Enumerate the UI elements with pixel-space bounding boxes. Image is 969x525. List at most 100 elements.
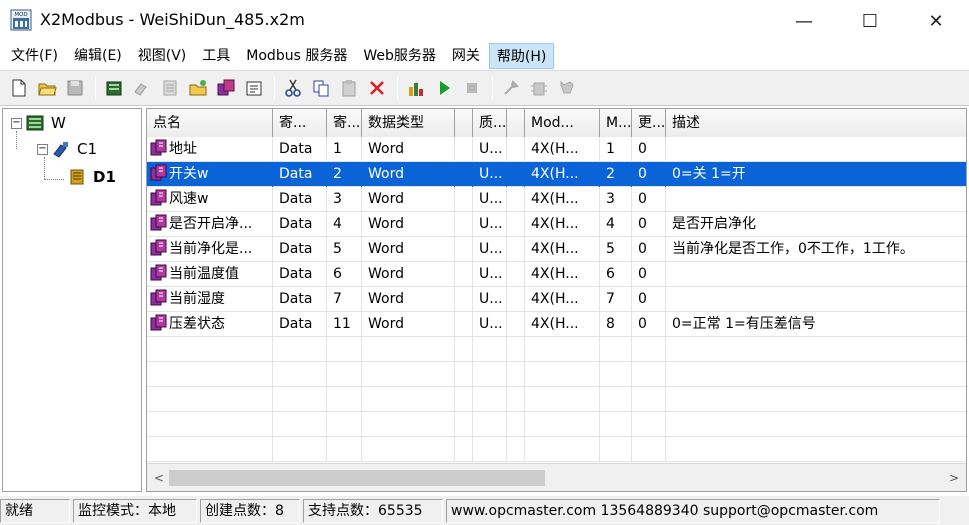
cell-name: 风速w [147,187,273,212]
minimize-button[interactable]: — [774,0,834,42]
scrollbar-thumb[interactable] [169,470,545,486]
scroll-left-arrow[interactable]: < [149,464,169,491]
properties-button[interactable] [241,75,267,101]
table-row[interactable]: 地址 Data 1 Word U... 4X(H... 1 0 [147,137,966,162]
menu-file[interactable]: 文件(F) [4,43,65,69]
cell-quality: U... [473,162,507,187]
column-header-blank[interactable] [455,109,473,137]
add-channel-button[interactable] [101,75,127,101]
add-tags-button[interactable] [213,75,239,101]
empty-cell [327,337,362,362]
table-row[interactable]: 是否开启净... Data 4 Word U... 4X(H... 4 0 是否开启净化 [147,212,966,237]
menu-modbus-server[interactable]: Modbus 服务器 [239,43,354,69]
table-row[interactable]: 风速w Data 3 Word U... 4X(H... 3 0 [147,187,966,212]
save-button[interactable] [62,75,88,101]
wrench-disabled-icon [504,80,519,95]
open-file-button[interactable] [34,75,60,101]
column-header-modbus[interactable]: Mod... [525,109,600,137]
scroll-right-arrow[interactable]: > [944,464,964,491]
menu-edit[interactable]: 编辑(E) [67,43,129,69]
cell-register: Data [273,162,327,187]
cell-modbus-address: 8 [600,312,632,337]
run-button[interactable] [431,75,457,101]
table-row[interactable]: 压差状态 Data 11 Word U... 4X(H... 8 0 0=正常 1=有压差信号 [147,312,966,337]
menu-web-server[interactable]: Web服务器 [356,43,443,69]
column-header-update[interactable]: 更... [632,109,666,137]
collapse-icon[interactable]: − [11,117,22,129]
cell-blank [455,162,473,187]
new-file-button[interactable] [6,75,32,101]
table-row[interactable]: 当前温度值 Data 6 Word U... 4X(H... 6 0 [147,262,966,287]
cell-quality: U... [473,237,507,262]
column-header-blank-2[interactable] [507,109,525,137]
cut-button[interactable] [280,75,306,101]
add-tag-folder-button[interactable] [185,75,211,101]
cell-name: 当前湿度 [147,287,273,312]
cell-quality: U... [473,312,507,337]
tree-label-root: W [51,114,66,132]
app-icon: MOD [10,9,32,31]
empty-cell [666,337,966,362]
tags-icon [217,79,235,96]
diagnostics-button[interactable] [554,75,580,101]
column-header-name[interactable]: 点名 [147,109,273,137]
cell-description: 0=关 1=开 [672,166,746,182]
menu-help[interactable]: 帮助(H) [488,43,555,69]
cell-register-address: 5 [327,237,362,262]
channel-plug-icon [53,142,68,158]
collapse-icon[interactable]: − [37,143,48,155]
empty-cell [473,337,507,362]
title-bar: MOD X2Modbus - WeiShiDun_485.x2m — ☐ ✕ [0,0,969,42]
stop-button[interactable] [459,75,485,101]
toolbar-separator [397,76,398,100]
tree-node-root[interactable]: − W [11,113,66,133]
empty-cell [600,362,632,387]
empty-cell [455,337,473,362]
empty-row [147,412,966,437]
menu-gateway[interactable]: 网关 [445,43,487,69]
empty-cell [507,412,525,437]
tree-node-channel[interactable]: − C1 [37,139,97,159]
empty-cell [666,412,966,437]
tools-button[interactable] [498,75,524,101]
cell-blank-2 [507,187,525,212]
horizontal-scrollbar[interactable]: < > [147,463,966,491]
column-header-register-address[interactable]: 寄... [327,109,362,137]
menu-view[interactable]: 视图(V) [131,43,194,69]
tree-node-device[interactable]: D1 [67,167,116,187]
cell-blank-2 [507,237,525,262]
table-row[interactable]: 当前湿度 Data 7 Word U... 4X(H... 7 0 [147,287,966,312]
status-contact: www.opcmaster.com 13564889340 support@op… [446,498,940,523]
cell-blank [455,212,473,237]
column-header-datatype[interactable]: 数据类型 [362,109,455,137]
column-header-modbus-address[interactable]: M... [600,109,632,137]
empty-cell [473,362,507,387]
tag-name: 是否开启净... [169,216,253,232]
tree-line [16,131,17,149]
delete-button[interactable] [364,75,390,101]
close-button[interactable]: ✕ [906,0,966,42]
maximize-button[interactable]: ☐ [840,0,900,42]
paste-button[interactable] [336,75,362,101]
cell-register: Data [273,312,327,337]
device-list-button[interactable] [157,75,183,101]
column-header-register[interactable]: 寄... [273,109,327,137]
play-icon [440,81,450,95]
diagnostics-disabled-icon [560,80,574,94]
empty-cell [473,387,507,412]
menu-tools[interactable]: 工具 [195,43,237,69]
paste-disabled-icon [342,80,356,97]
cell-register: Data [273,262,327,287]
cell-register: Data [273,212,327,237]
table-row[interactable]: 当前净化是... Data 5 Word U... 4X(H... 5 0 当前净化是否工作，0… [147,237,966,262]
tags-grid: 点名 寄... 寄... 数据类型 质... Mod... M... 更... … [146,108,967,492]
column-header-quality[interactable]: 质... [473,109,507,137]
add-device-button[interactable] [129,75,155,101]
table-row[interactable]: 开关w Data 2 Word U... 4X(H... 2 0 0=关 1=开 [147,162,966,187]
monitor-button[interactable] [403,75,429,101]
column-header-description[interactable]: 描述 [666,109,966,137]
debug-button[interactable] [526,75,552,101]
copy-button[interactable] [308,75,334,101]
empty-cell [632,437,666,462]
cell-quality: U... [473,137,507,162]
